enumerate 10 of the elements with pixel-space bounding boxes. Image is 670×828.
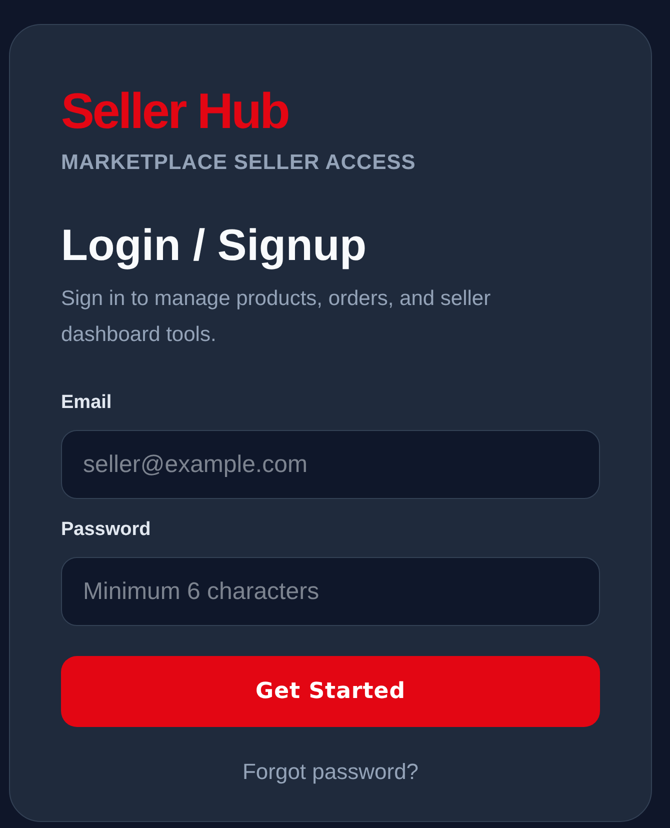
page-heading: Login / Signup (61, 220, 366, 272)
description-text: Sign in to manage products, orders, and seller dashboard tools. (61, 286, 492, 348)
forgot-password-link[interactable]: Forgot password? (242, 758, 419, 786)
submit-button[interactable]: Get Started (61, 656, 600, 727)
brand-logo: Seller Hub (61, 86, 288, 136)
tagline: MARKETPLACE SELLER ACCESS (61, 150, 416, 176)
field-label: Password (61, 518, 151, 542)
input-field[interactable]: Minimum 6 characters (61, 557, 600, 626)
input-field[interactable]: seller@example.com (61, 430, 600, 499)
field-label: Email (61, 391, 112, 415)
